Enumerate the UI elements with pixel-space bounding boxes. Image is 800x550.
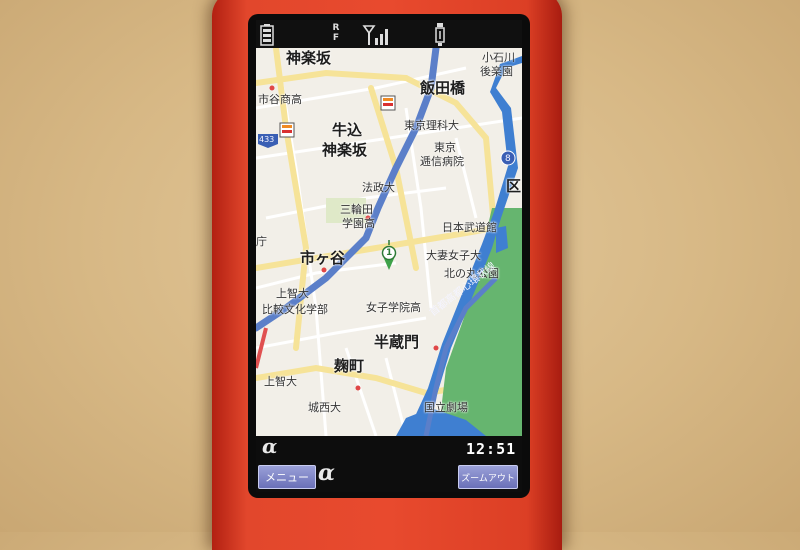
place-label-ku: 区	[506, 177, 522, 195]
battery-icon	[260, 24, 274, 46]
place-label-hanzomon: 半蔵門	[374, 333, 420, 351]
zoom-out-softkey-label: ズームアウト	[461, 473, 515, 484]
place-label-tokyo-teishin-1: 東京	[434, 141, 456, 154]
menu-softkey[interactable]: メニュー	[258, 465, 316, 489]
place-label-cho: 庁	[256, 235, 267, 248]
rf-label: R F	[332, 23, 340, 43]
place-label-kagurazaka: 神楽坂	[322, 141, 368, 159]
zoom-out-softkey[interactable]: ズームアウト	[458, 465, 518, 489]
alpha-mode-icon[interactable]: α	[318, 460, 335, 486]
map-view[interactable]: 神楽坂 飯田橋 小石川 後楽園 市谷商高 牛込 神楽坂 東京理科大 東京 逓信病…	[256, 48, 522, 436]
place-label-johoku: 城西大	[308, 401, 341, 414]
signal-strength-icon	[362, 25, 388, 45]
clock-display: 12:51	[466, 440, 517, 458]
place-label-kagurazaka-top: 神楽坂	[286, 49, 332, 67]
alpha-logo-icon: α	[262, 434, 278, 458]
route-label-433: 433	[259, 135, 275, 144]
place-label-ushigome: 牛込	[332, 121, 363, 139]
place-label-tokyo-teishin-2: 逓信病院	[420, 155, 464, 168]
place-label-hosei: 法政大	[362, 181, 395, 194]
place-label-jochi: 上智大	[276, 287, 309, 300]
place-label-hikaku: 比較文化学部	[262, 303, 328, 316]
place-label-kojimachi: 麹町	[334, 357, 365, 375]
location-marker-number: 1	[386, 248, 393, 258]
pen-icon	[435, 23, 445, 46]
place-label-sanwa-1: 三輪田	[340, 203, 373, 216]
place-label-koishikawa: 小石川	[482, 51, 515, 64]
place-label-joshigakuin: 女子学院高	[366, 301, 421, 314]
place-label-sanwa-2: 学園高	[342, 217, 375, 230]
place-label-jochi-2: 上智大	[264, 375, 297, 388]
rf-icon: R F	[330, 23, 342, 45]
place-label-iidabashi: 飯田橋	[420, 79, 466, 97]
place-label-kokuritsu: 国立劇場	[424, 401, 468, 414]
place-label-otsuma: 大妻女子大	[426, 249, 481, 262]
place-label-korakuen: 後楽園	[480, 65, 513, 78]
route-label-8: 8	[505, 154, 511, 164]
place-label-ichigaya-shokou: 市谷商高	[258, 93, 302, 106]
place-label-budokan: 日本武道館	[442, 221, 497, 234]
place-label-tokyo-rika: 東京理科大	[404, 119, 459, 132]
menu-softkey-label: メニュー	[265, 471, 309, 484]
place-label-ichigaya: 市ヶ谷	[300, 249, 346, 267]
status-bar: R F	[256, 20, 522, 50]
